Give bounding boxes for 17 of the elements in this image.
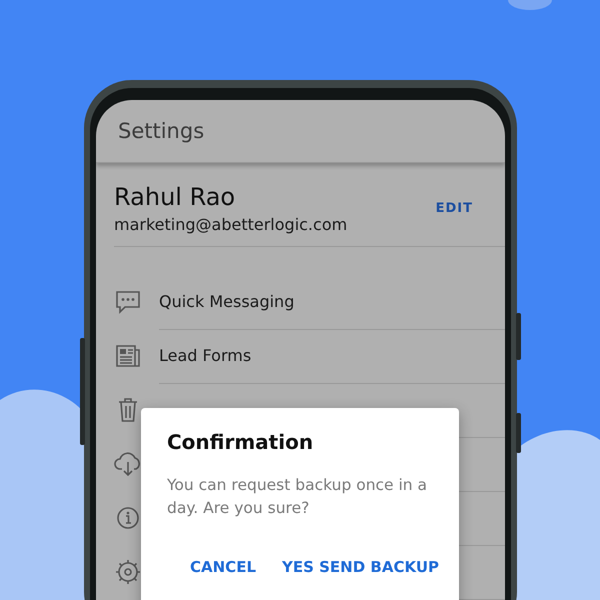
cloud-drawing <box>505 0 555 12</box>
menu-item[interactable]: Quick Messaging <box>159 274 505 330</box>
cancel-button[interactable]: CANCEL <box>190 556 256 578</box>
cloud-download-icon <box>114 451 142 477</box>
trash-icon <box>116 397 138 423</box>
confirm-button[interactable]: YES SEND BACKUP <box>282 556 439 578</box>
chat-icon <box>114 290 140 314</box>
menu-item[interactable]: Lead Forms <box>159 328 505 384</box>
edit-button[interactable]: EDIT <box>432 197 477 220</box>
profile-email: marketing@abetterlogic.com <box>114 215 348 234</box>
app-bar-title: Settings <box>118 119 204 143</box>
dialog-message: You can request backup once in a day. Are you sure? <box>167 475 428 519</box>
profile-name: Rahul Rao <box>114 183 236 211</box>
info-icon <box>116 506 140 530</box>
gear-icon <box>114 559 140 585</box>
newspaper-icon <box>114 344 140 368</box>
dialog-title: Confirmation <box>167 430 314 454</box>
